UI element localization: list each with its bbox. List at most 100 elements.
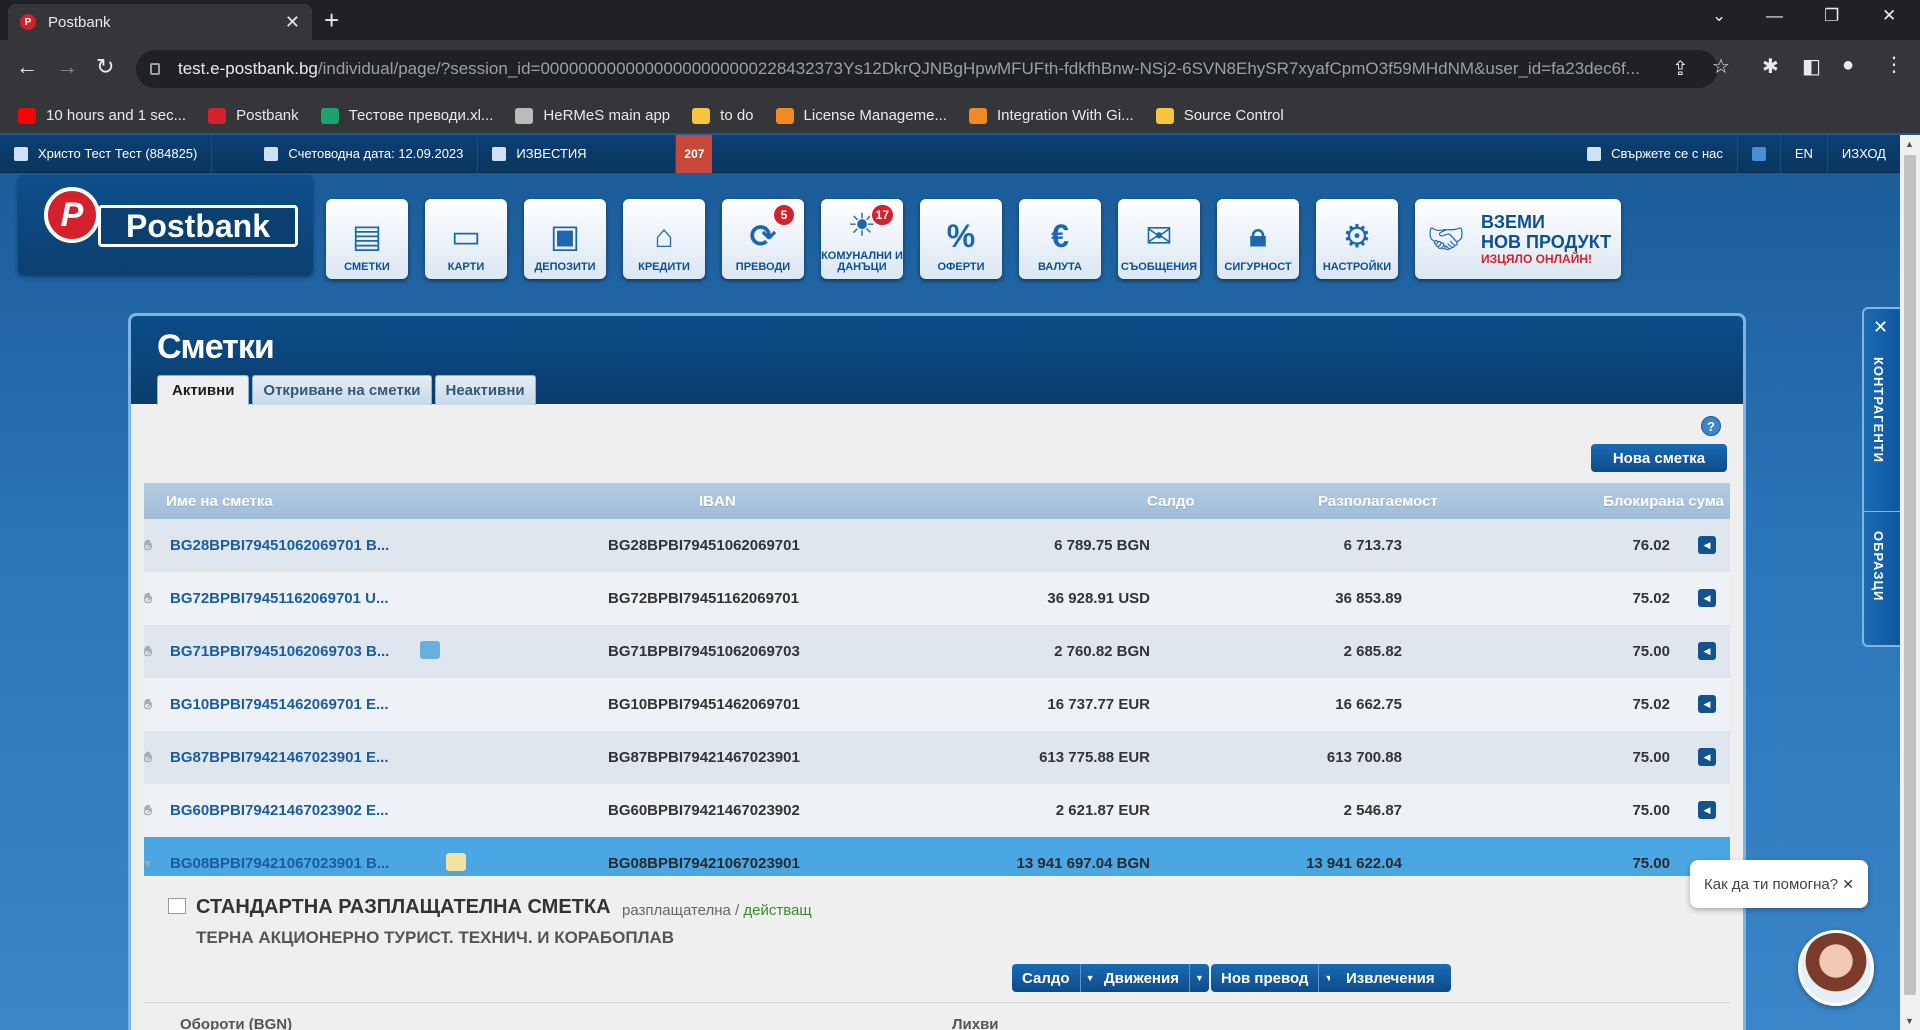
menu-kebab-icon[interactable]: ⋮ [1884, 52, 1904, 77]
interest-heading[interactable]: Лихви [952, 1016, 999, 1030]
drawer-close-icon[interactable]: ✕ [1873, 317, 1888, 338]
menu-item[interactable]: € ВАЛУТА [1019, 199, 1101, 279]
news-link[interactable]: ИЗВЕСТИЯ [478, 135, 677, 173]
bookmark-item[interactable]: Postbank [208, 107, 299, 124]
statements-button[interactable]: Извлечения [1330, 964, 1451, 992]
contractors-tab[interactable]: КОНТРАГЕНТИ [1871, 357, 1886, 463]
expand-row-icon[interactable]: ◀ [1698, 801, 1716, 819]
expand-row-icon[interactable]: ◀ [1698, 589, 1716, 607]
table-row[interactable]: ✋︎ BG71BPBI79451062069703 B... BG71BPBI794… [144, 625, 1730, 678]
chat-avatar[interactable] [1798, 930, 1874, 1006]
col-name[interactable]: Име на сметка [166, 493, 273, 510]
menu-item[interactable]: ▣ ДЕПОЗИТИ [524, 199, 606, 279]
menu-item[interactable]: 🔒︎ СИГУРНОСТ [1217, 199, 1299, 279]
bookmark-item[interactable]: License Manageme... [775, 107, 947, 124]
account-name-link[interactable]: BG28BPBI79451062069701 B... [170, 537, 389, 554]
new-account-button[interactable]: Нова сметка [1591, 444, 1727, 472]
bookmark-item[interactable]: Source Control [1155, 107, 1284, 124]
col-blocked[interactable]: Блокирана сума [1603, 493, 1724, 510]
expand-row-icon[interactable]: ◀ [1698, 642, 1716, 660]
browser-tab[interactable]: P Postbank ✕ [8, 4, 312, 40]
balance-button[interactable]: Салдо ▼ [1012, 964, 1100, 992]
expand-row-icon[interactable]: ◀ [1698, 748, 1716, 766]
collapse-arrow-icon[interactable]: ▾ [144, 855, 151, 872]
turnover-heading[interactable]: Обороти (BGN) [180, 1016, 292, 1030]
bookmark-item[interactable]: Тестове преводи.xl... [320, 107, 493, 124]
drag-handle-icon[interactable]: ✋︎ [144, 696, 152, 713]
window-close-icon[interactable]: ✕ [1882, 6, 1896, 26]
account-name-link[interactable]: BG60BPBI79421467023902 E... [170, 802, 389, 819]
bookmark-item[interactable]: 10 hours and 1 sec... [18, 107, 186, 124]
help-icon[interactable]: ? [1701, 416, 1721, 436]
table-row[interactable]: ✋︎ BG10BPBI79451462069701 E... BG10BPBI794… [144, 678, 1730, 731]
back-icon[interactable]: ← [16, 55, 38, 79]
extensions-icon[interactable]: ✱ [1762, 54, 1779, 79]
account-name-link[interactable]: BG87BPBI79421467023901 E... [170, 749, 389, 766]
side-drawer[interactable]: ✕ КОНТРАГЕНТИ ОБРАЗЦИ [1862, 307, 1900, 647]
table-row[interactable]: ✋︎ BG28BPBI79451062069701 B... BG28BPBI794… [144, 519, 1730, 572]
account-name-link[interactable]: BG10BPBI79451462069701 E... [170, 696, 389, 713]
side-panel-icon[interactable]: ◧ [1802, 54, 1821, 79]
drag-handle-icon[interactable]: ✋︎ [144, 643, 152, 660]
logout-link[interactable]: ИЗХОД [1828, 135, 1900, 173]
contact-link[interactable]: Свържете се с нас [1573, 135, 1738, 173]
bookmark-item[interactable]: Integration With Gi... [968, 107, 1134, 124]
bookmark-item[interactable]: to do [692, 107, 754, 124]
scroll-thumb[interactable] [1904, 155, 1916, 995]
help-book-icon[interactable] [1738, 135, 1781, 173]
profile-icon[interactable]: ● [1842, 54, 1854, 77]
menu-item[interactable]: ✉ СЪОБЩЕНИЯ [1118, 199, 1200, 279]
menu-item[interactable]: ⟳ ПРЕВОДИ 5 [722, 199, 804, 279]
edit-note-icon[interactable] [446, 853, 466, 871]
table-row[interactable]: ✋︎ BG60BPBI79421467023902 E... BG60BPBI794… [144, 784, 1730, 837]
menu-item[interactable]: ☀ КОМУНАЛНИ И ДАНЪЦИ 17 [821, 199, 903, 279]
tab-inactive[interactable]: Неактивни [434, 375, 536, 405]
table-row[interactable]: ✋︎ BG72BPBI79451162069701 U... BG72BPBI794… [144, 572, 1730, 625]
col-available[interactable]: Разполагаемост [1318, 493, 1438, 510]
user-info[interactable]: Христо Тест Тест (884825) [0, 135, 213, 173]
col-balance[interactable]: Салдо [1147, 493, 1195, 510]
chat-close-icon[interactable]: ✕ [1842, 876, 1854, 893]
scroll-up-icon[interactable]: ▲ [1905, 139, 1914, 149]
drag-handle-icon[interactable]: ✋︎ [144, 537, 152, 554]
drag-handle-icon[interactable]: ✋︎ [144, 802, 152, 819]
expand-row-icon[interactable]: ◀ [1698, 695, 1716, 713]
new-product-promo[interactable]: 🤝︎ ВЗЕМИ НОВ ПРОДУКТ ИЗЦЯЛО ОНЛАЙН! [1415, 199, 1621, 279]
templates-tab[interactable]: ОБРАЗЦИ [1871, 531, 1886, 601]
share-icon[interactable]: ⇪ [1672, 56, 1689, 81]
menu-item[interactable]: ⚙ НАСТРОЙКИ [1316, 199, 1398, 279]
news-count-badge[interactable]: 207 [676, 135, 713, 173]
minimize-icon[interactable]: — [1766, 6, 1783, 26]
bookmark-item[interactable]: HeRMeS main app [515, 107, 670, 124]
bookmark-star-icon[interactable]: ☆ [1712, 54, 1730, 79]
tab-close-icon[interactable]: ✕ [285, 12, 300, 33]
chat-bubble[interactable]: Как да ти помогна? ✕ [1690, 860, 1868, 908]
page-scrollbar[interactable]: ▲ ▼ [1900, 135, 1920, 1030]
reload-icon[interactable]: ↻ [96, 55, 114, 79]
account-name-link[interactable]: BG08BPBI79421067023901 B... [170, 855, 389, 872]
new-tab-icon[interactable]: + [324, 6, 339, 34]
table-row[interactable]: ✋︎ BG87BPBI79421467023901 E... BG87BPBI794… [144, 731, 1730, 784]
movements-dropdown-icon[interactable]: ▼ [1188, 964, 1209, 992]
menu-item[interactable]: ▭ КАРТИ [425, 199, 507, 279]
restore-icon[interactable]: ❐ [1824, 6, 1839, 26]
tab-search-icon[interactable]: ⌄ [1712, 6, 1726, 26]
expand-row-icon[interactable]: ◀ [1698, 536, 1716, 554]
menu-item[interactable]: ⌂ КРЕДИТИ [623, 199, 705, 279]
postbank-logo[interactable]: Postbank P [18, 175, 313, 275]
account-name-link[interactable]: BG72BPBI79451162069701 U... [170, 590, 389, 607]
scroll-down-icon[interactable]: ▼ [1905, 1016, 1914, 1026]
account-name-link[interactable]: BG71BPBI79451062069703 B... [170, 643, 389, 660]
menu-item[interactable]: % ОФЕРТИ [920, 199, 1002, 279]
drag-handle-icon[interactable]: ✋︎ [144, 590, 152, 607]
forward-icon[interactable]: → [56, 55, 78, 79]
drag-handle-icon[interactable]: ✋︎ [144, 749, 152, 766]
movements-button[interactable]: Движения ▼ [1094, 964, 1209, 992]
tab-open-accounts[interactable]: Откриване на сметки [252, 375, 432, 405]
url-bar[interactable]: test.e-postbank.bg/individual/page/?sess… [136, 50, 1718, 88]
new-transfer-button[interactable]: Нов превод ▼ [1211, 964, 1339, 992]
language-switch[interactable]: EN [1781, 135, 1828, 173]
col-iban[interactable]: IBAN [699, 493, 736, 510]
menu-item[interactable]: ▤ СМЕТКИ [326, 199, 408, 279]
tab-active[interactable]: Активни [157, 375, 250, 405]
